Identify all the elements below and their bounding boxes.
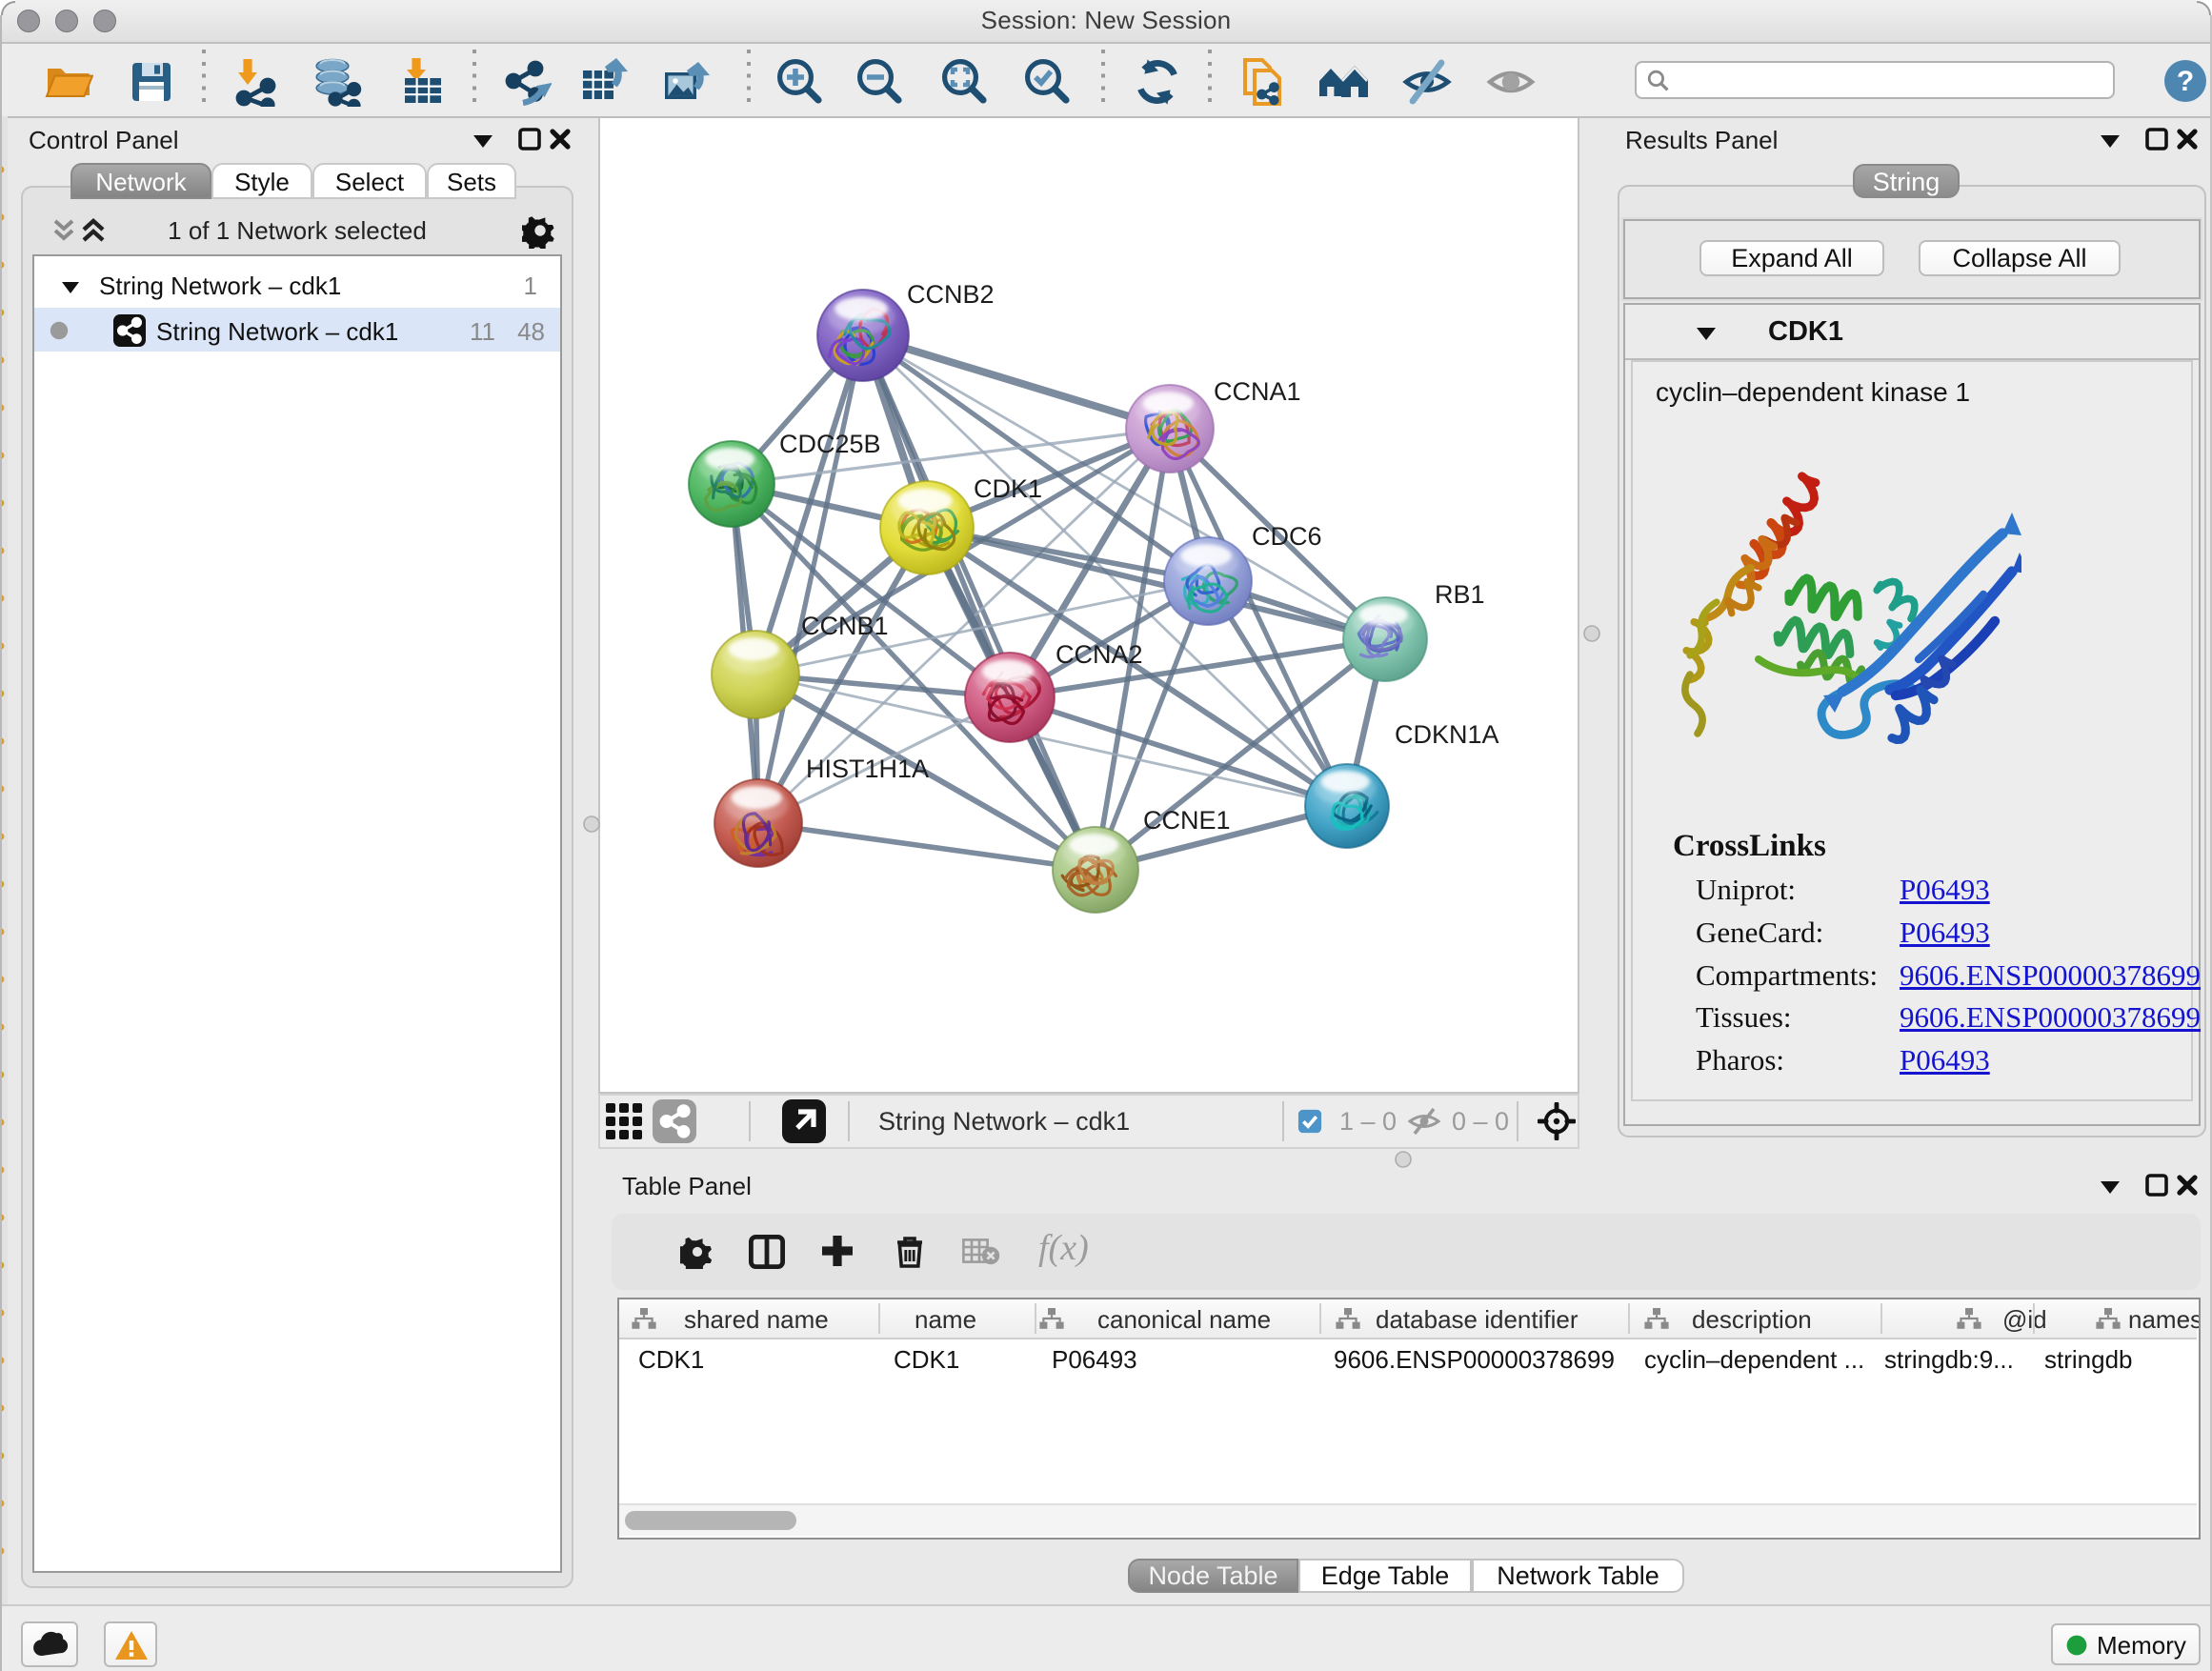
svg-text:RB1: RB1 — [1435, 580, 1485, 609]
svg-text:CDC25B: CDC25B — [779, 430, 881, 458]
svg-text:CCNA2: CCNA2 — [1056, 640, 1143, 669]
svg-text:CDK1: CDK1 — [974, 474, 1042, 503]
svg-text:HIST1H1A: HIST1H1A — [806, 755, 929, 783]
svg-text:CCNB2: CCNB2 — [907, 280, 995, 309]
svg-text:CDKN1A: CDKN1A — [1395, 720, 1499, 749]
svg-text:CCNA1: CCNA1 — [1214, 377, 1301, 406]
svg-text:CDC6: CDC6 — [1252, 522, 1322, 551]
svg-text:?: ? — [2177, 66, 2194, 97]
svg-text:CCNB1: CCNB1 — [801, 612, 889, 640]
svg-text:CCNE1: CCNE1 — [1143, 806, 1231, 835]
